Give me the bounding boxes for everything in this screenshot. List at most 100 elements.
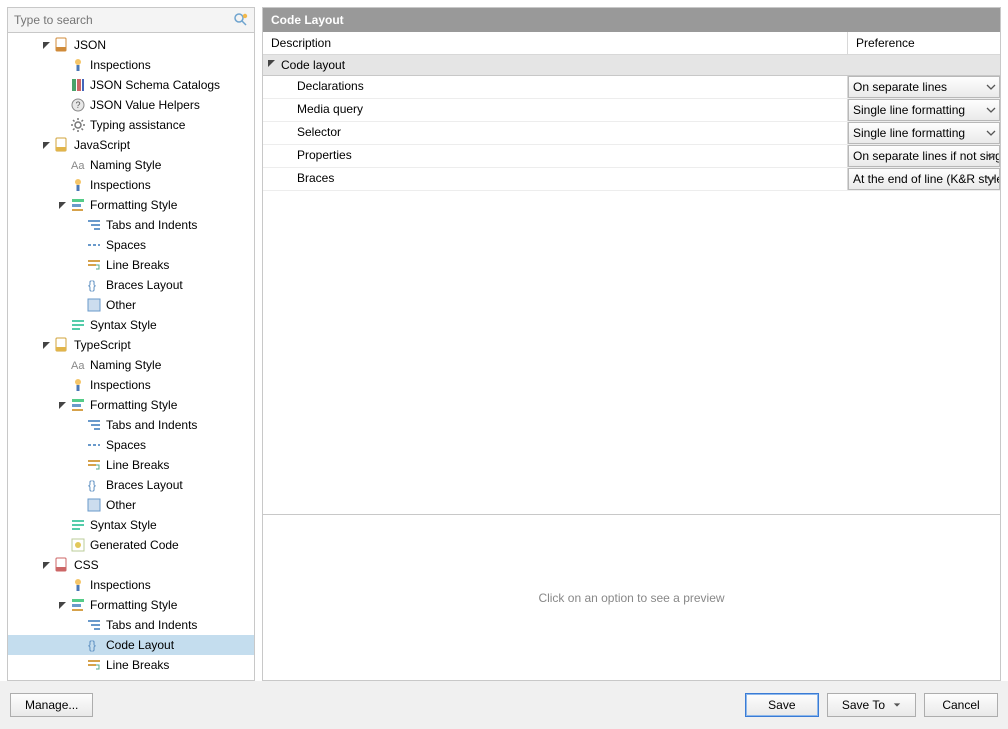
tree-node-ts-breaks[interactable]: Line Breaks: [8, 455, 254, 475]
prop-row-declarations[interactable]: Declarations On separate lines: [263, 76, 1000, 99]
json-file-icon: [54, 37, 70, 53]
prop-combo-declarations[interactable]: On separate lines: [848, 76, 1000, 98]
prop-combo-braces[interactable]: At the end of line (K&R style): [848, 168, 1000, 190]
tree-node-js-tabs[interactable]: Tabs and Indents: [8, 215, 254, 235]
prop-label: Properties: [263, 145, 848, 167]
inspections-icon: [70, 177, 86, 193]
prop-row-selector[interactable]: Selector Single line formatting: [263, 122, 1000, 145]
tree-node-json-catalogs[interactable]: JSON Schema Catalogs: [8, 75, 254, 95]
group-label: Code layout: [281, 58, 345, 72]
tree-node-json-typing[interactable]: Typing assistance: [8, 115, 254, 135]
breaks-icon: [86, 257, 102, 273]
expander-icon[interactable]: [56, 199, 68, 211]
search-icon[interactable]: [233, 12, 249, 28]
dialog-button-bar: Manage... Save Save To Cancel: [0, 681, 1008, 729]
combo-value: On separate lines: [853, 80, 947, 94]
tree-node-js-syntax[interactable]: Syntax Style: [8, 315, 254, 335]
settings-detail-panel: Code Layout Description Preference Code …: [262, 7, 1001, 681]
tree-node-js-braces[interactable]: Braces Layout: [8, 275, 254, 295]
tree-node-ts-other[interactable]: Other: [8, 495, 254, 515]
tree-node-ts-fmt[interactable]: Formatting Style: [8, 395, 254, 415]
col-header-preference[interactable]: Preference: [848, 32, 1000, 54]
formatting-icon: [70, 197, 86, 213]
col-header-description[interactable]: Description: [263, 32, 848, 54]
tree-label: Inspections: [90, 378, 151, 392]
combo-value: At the end of line (K&R style): [853, 172, 1000, 186]
tree-label: Inspections: [90, 178, 151, 192]
cancel-button[interactable]: Cancel: [924, 693, 998, 717]
tree-node-ts[interactable]: TypeScript: [8, 335, 254, 355]
tree-node-js[interactable]: JavaScript: [8, 135, 254, 155]
property-grid: Code layout Declarations On separate lin…: [263, 55, 1000, 508]
group-row[interactable]: Code layout: [263, 55, 1000, 76]
tree-node-ts-tabs[interactable]: Tabs and Indents: [8, 415, 254, 435]
tree-label: Line Breaks: [106, 458, 169, 472]
prop-combo-selector[interactable]: Single line formatting: [848, 122, 1000, 144]
tree-label: Formatting Style: [90, 398, 177, 412]
manage-button[interactable]: Manage...: [10, 693, 93, 717]
tree-node-css-inspections[interactable]: Inspections: [8, 575, 254, 595]
save-to-button[interactable]: Save To: [827, 693, 916, 717]
tree-node-js-fmt[interactable]: Formatting Style: [8, 195, 254, 215]
tree-label: Generated Code: [90, 538, 179, 552]
spaces-icon: [86, 237, 102, 253]
tree-node-js-breaks[interactable]: Line Breaks: [8, 255, 254, 275]
tree-node-css-breaks[interactable]: Line Breaks: [8, 655, 254, 675]
save-button[interactable]: Save: [745, 693, 819, 717]
search-field-wrap: [8, 8, 254, 33]
tree-label: Syntax Style: [90, 518, 157, 532]
tree-node-css[interactable]: CSS: [8, 555, 254, 575]
prop-row-media-query[interactable]: Media query Single line formatting: [263, 99, 1000, 122]
tree-label: Inspections: [90, 578, 151, 592]
tree-scroll[interactable]: JSON Inspections JSON Schema Catalogs JS…: [8, 33, 254, 680]
tree-node-json-inspections[interactable]: Inspections: [8, 55, 254, 75]
tree-node-js-naming[interactable]: Naming Style: [8, 155, 254, 175]
breaks-icon: [86, 457, 102, 473]
naming-icon: [70, 157, 86, 173]
generated-icon: [70, 537, 86, 553]
tree-label: JSON Schema Catalogs: [90, 78, 220, 92]
tree-label: CSS: [74, 558, 99, 572]
chevron-down-icon: [986, 128, 996, 138]
tree-node-css-layout[interactable]: Code Layout: [8, 635, 254, 655]
tree-node-json-helpers[interactable]: JSON Value Helpers: [8, 95, 254, 115]
tree-node-ts-inspections[interactable]: Inspections: [8, 375, 254, 395]
tree-node-js-other[interactable]: Other: [8, 295, 254, 315]
prop-row-properties[interactable]: Properties On separate lines if not sing…: [263, 145, 1000, 168]
expander-icon[interactable]: [267, 59, 279, 71]
expander-icon[interactable]: [56, 599, 68, 611]
tree-node-js-spaces[interactable]: Spaces: [8, 235, 254, 255]
syntax-icon: [70, 517, 86, 533]
expander-icon[interactable]: [40, 559, 52, 571]
prop-row-braces[interactable]: Braces At the end of line (K&R style): [263, 168, 1000, 191]
search-input[interactable]: [8, 8, 254, 32]
expander-icon[interactable]: [40, 39, 52, 51]
prop-combo-properties[interactable]: On separate lines if not single: [848, 145, 1000, 167]
braces-icon: [86, 277, 102, 293]
tree-node-css-tabs[interactable]: Tabs and Indents: [8, 615, 254, 635]
preview-pane: Click on an option to see a preview: [263, 514, 1000, 680]
syntax-icon: [70, 317, 86, 333]
tree-label: Spaces: [106, 438, 146, 452]
chevron-down-icon: [893, 701, 901, 709]
tree-node-css-fmt[interactable]: Formatting Style: [8, 595, 254, 615]
tree-node-ts-gen[interactable]: Generated Code: [8, 535, 254, 555]
tree-label: Braces Layout: [106, 478, 183, 492]
chevron-down-icon: [986, 151, 996, 161]
expander-icon[interactable]: [40, 339, 52, 351]
tree-label: Formatting Style: [90, 598, 177, 612]
expander-icon[interactable]: [56, 399, 68, 411]
tree-label: Other: [106, 498, 136, 512]
prop-combo-media-query[interactable]: Single line formatting: [848, 99, 1000, 121]
expander-icon[interactable]: [40, 139, 52, 151]
tree-node-ts-braces[interactable]: Braces Layout: [8, 475, 254, 495]
prop-label: Declarations: [263, 76, 848, 98]
tree-node-ts-syntax[interactable]: Syntax Style: [8, 515, 254, 535]
tree-node-js-inspections[interactable]: Inspections: [8, 175, 254, 195]
chevron-down-icon: [986, 105, 996, 115]
tree-node-ts-spaces[interactable]: Spaces: [8, 435, 254, 455]
gear-icon: [70, 117, 86, 133]
tree-node-ts-naming[interactable]: Naming Style: [8, 355, 254, 375]
tree-label: Tabs and Indents: [106, 418, 197, 432]
tree-node-json[interactable]: JSON: [8, 35, 254, 55]
